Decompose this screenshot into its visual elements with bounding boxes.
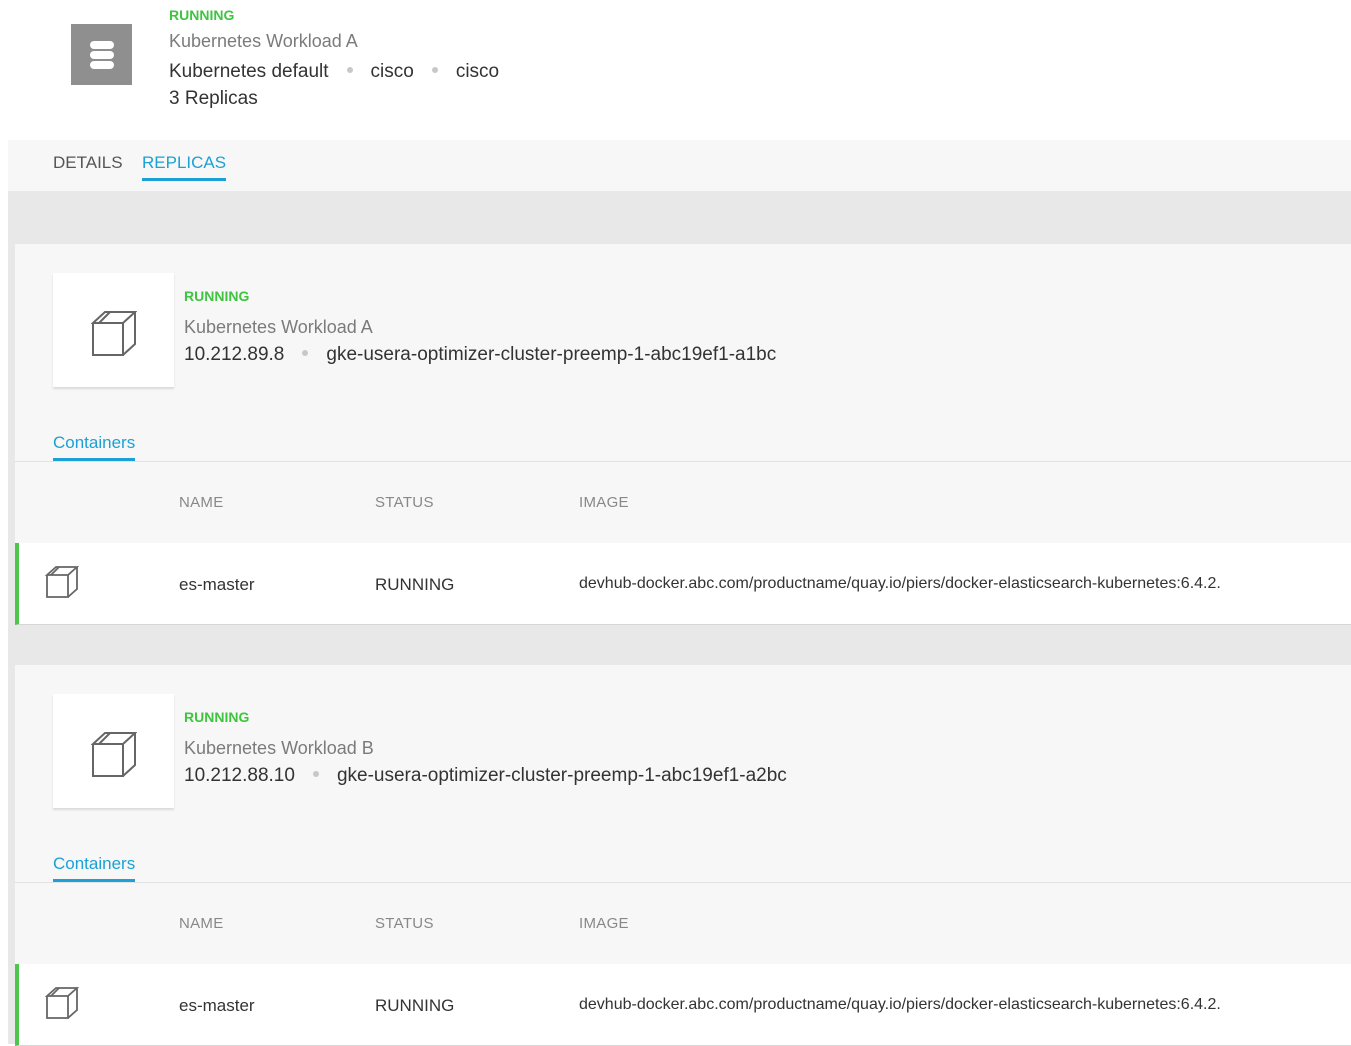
- container-image: devhub-docker.abc.com/productname/quay.i…: [579, 575, 1221, 592]
- replica-meta: 10.212.89.8 gke-usera-optimizer-cluster-p…: [184, 344, 776, 366]
- tab-containers[interactable]: Containers: [53, 433, 136, 461]
- container-name: es-master: [179, 996, 255, 1015]
- workload-owner: cisco: [455, 61, 500, 82]
- tab-details[interactable]: DETAILS: [53, 153, 123, 173]
- container-status: RUNNING: [375, 575, 455, 594]
- cube-icon: [45, 566, 79, 598]
- container-name: es-master: [179, 575, 255, 594]
- replicas-panel: RUNNING Kubernetes Workload A 10.212.89.…: [8, 191, 1351, 1046]
- table-row[interactable]: es-master RUNNING devhub-docker.abc.com/…: [15, 964, 1351, 1046]
- tab-containers[interactable]: Containers: [53, 854, 136, 882]
- server-stack-icon: [71, 24, 132, 85]
- container-image: devhub-docker.abc.com/productname/quay.i…: [579, 996, 1221, 1013]
- column-header-image[interactable]: IMAGE: [579, 915, 629, 932]
- separator-dot: [302, 349, 309, 356]
- cube-icon: [53, 694, 174, 808]
- replica-title: Kubernetes Workload A: [184, 317, 373, 337]
- column-header-name[interactable]: NAME: [179, 915, 224, 932]
- replica-title: Kubernetes Workload B: [184, 738, 374, 758]
- workload-cluster: Kubernetes default: [169, 61, 329, 82]
- workload-header: RUNNING Kubernetes Workload A Kubernetes…: [0, 0, 1351, 140]
- replica-meta: 10.212.88.10 gke-usera-optimizer-cluster-…: [184, 765, 787, 787]
- replica-card: RUNNING Kubernetes Workload B 10.212.88.…: [15, 665, 1351, 1046]
- column-header-image[interactable]: IMAGE: [579, 494, 629, 511]
- tab-replicas-label: REPLICAS: [142, 153, 227, 172]
- workload-namespace: cisco: [370, 61, 414, 82]
- container-status: RUNNING: [375, 996, 455, 1015]
- replica-node: gke-usera-optimizer-cluster-preemp-1-abc…: [326, 344, 777, 365]
- active-tab-indicator: [142, 178, 227, 181]
- workload-status: RUNNING: [169, 7, 235, 23]
- containers-table-header: NAME STATUS IMAGE: [15, 882, 1351, 965]
- replica-ip: 10.212.88.10: [184, 765, 295, 786]
- column-header-name[interactable]: NAME: [179, 494, 224, 511]
- column-header-status[interactable]: STATUS: [375, 494, 434, 511]
- tab-containers-label: Containers: [53, 854, 136, 873]
- tab-bar: DETAILS REPLICAS: [8, 140, 1351, 191]
- replica-ip: 10.212.89.8: [184, 344, 285, 365]
- cube-icon: [45, 987, 79, 1019]
- replica-node: gke-usera-optimizer-cluster-preemp-1-abc…: [336, 765, 787, 786]
- tab-replicas[interactable]: REPLICAS: [142, 153, 227, 181]
- replica-status: RUNNING: [184, 709, 250, 725]
- workload-meta: Kubernetes default cisco cisco: [169, 61, 499, 83]
- separator-dot: [431, 66, 438, 73]
- separator-dot: [346, 66, 353, 73]
- tab-containers-label: Containers: [53, 433, 136, 452]
- workload-title: Kubernetes Workload A: [169, 31, 358, 51]
- replica-card: RUNNING Kubernetes Workload A 10.212.89.…: [15, 244, 1351, 625]
- table-row[interactable]: es-master RUNNING devhub-docker.abc.com/…: [15, 543, 1351, 625]
- cube-icon: [53, 273, 174, 387]
- containers-table-header: NAME STATUS IMAGE: [15, 461, 1351, 544]
- replica-status: RUNNING: [184, 288, 250, 304]
- column-header-status[interactable]: STATUS: [375, 915, 434, 932]
- replica-count: 3 Replicas: [169, 88, 258, 109]
- separator-dot: [312, 770, 319, 777]
